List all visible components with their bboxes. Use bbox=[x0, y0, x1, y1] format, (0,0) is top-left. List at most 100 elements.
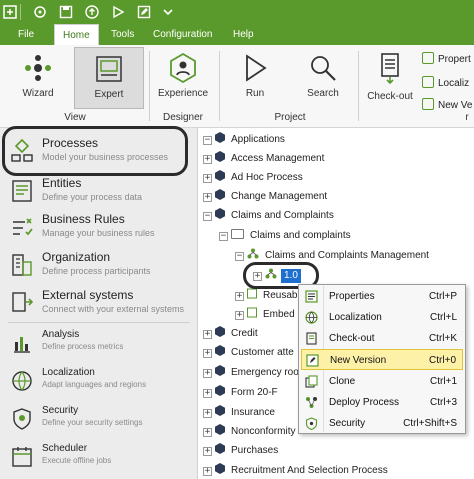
tree-node[interactable]: − Claims and complaints bbox=[219, 226, 351, 245]
ribbon-separator bbox=[219, 51, 220, 121]
expand-toggle[interactable]: + bbox=[203, 467, 212, 476]
run-button[interactable]: Run bbox=[226, 47, 284, 109]
run-icon[interactable] bbox=[110, 4, 126, 20]
nav-item-organization[interactable]: Organization Define process participants bbox=[0, 248, 197, 288]
context-menu-localization[interactable]: Localization Ctrl+L bbox=[301, 307, 463, 328]
experience-icon bbox=[170, 52, 196, 84]
expand-toggle[interactable]: + bbox=[203, 389, 212, 398]
localization-icon bbox=[305, 311, 318, 324]
collapse-toggle[interactable]: − bbox=[219, 232, 228, 241]
context-menu-security[interactable]: Security Ctrl+Shift+S bbox=[301, 413, 463, 434]
menu-bar: File Home Tools Configuration Help bbox=[0, 24, 474, 45]
nav-item-external-systems[interactable]: External systems Connect with your exter… bbox=[0, 286, 197, 326]
tree-node[interactable]: + Form 20-F bbox=[203, 383, 278, 402]
experience-button[interactable]: Experience bbox=[152, 47, 214, 109]
context-menu-clone[interactable]: Clone Ctrl+1 bbox=[301, 371, 463, 392]
nav-item-security[interactable]: Security Define your security settings bbox=[0, 402, 197, 442]
app-icon[interactable] bbox=[2, 4, 18, 20]
processes-highlight-annotation bbox=[2, 126, 188, 176]
nav-subtitle: Define process metrics bbox=[42, 342, 124, 351]
dropdown-icon[interactable] bbox=[160, 4, 176, 20]
wizard-label: Wizard bbox=[22, 88, 54, 99]
menu-help[interactable]: Help bbox=[225, 24, 262, 45]
expand-toggle[interactable]: + bbox=[203, 155, 212, 164]
ribbon-separator bbox=[149, 51, 150, 121]
nav-subtitle: Adapt languages and regions bbox=[42, 380, 147, 389]
folder-icon bbox=[231, 229, 244, 239]
nav-item-entities[interactable]: Entities Define your process data bbox=[0, 174, 197, 214]
expand-toggle[interactable]: + bbox=[203, 349, 212, 358]
context-menu-checkout[interactable]: Check-out Ctrl+K bbox=[301, 328, 463, 349]
organization-icon bbox=[12, 254, 32, 276]
nav-subtitle: Manage your business rules bbox=[42, 228, 155, 238]
menu-home[interactable]: Home bbox=[54, 24, 99, 45]
run-icon bbox=[246, 54, 267, 82]
tree-node[interactable]: + Nonconformity bbox=[203, 422, 295, 441]
expert-label: Expert bbox=[94, 89, 124, 100]
context-menu-deploy-process[interactable]: Deploy Process Ctrl+3 bbox=[301, 392, 463, 413]
expand-toggle[interactable]: + bbox=[203, 193, 212, 202]
nav-item-localization[interactable]: Localization Adapt languages and regions bbox=[0, 364, 197, 404]
nav-divider bbox=[8, 322, 190, 323]
save-icon[interactable] bbox=[58, 4, 74, 20]
nav-item-business-rules[interactable]: Business Rules Manage your business rule… bbox=[0, 210, 197, 250]
tree-node[interactable]: + Recruitment And Selection Process bbox=[203, 461, 388, 479]
context-menu-properties[interactable]: Properties Ctrl+P bbox=[301, 286, 463, 307]
new-version-icon bbox=[306, 354, 319, 367]
tree-node[interactable]: + Emergency roo bbox=[203, 363, 299, 382]
localization-icon bbox=[12, 371, 32, 391]
wizard-icon bbox=[25, 55, 51, 81]
nav-subtitle: Define process participants bbox=[42, 266, 151, 276]
tree-node[interactable]: − Claims and Complaints bbox=[203, 206, 334, 225]
expand-toggle[interactable]: + bbox=[203, 409, 212, 418]
search-button[interactable]: Search bbox=[292, 47, 354, 109]
collapse-toggle[interactable]: − bbox=[203, 212, 212, 221]
expand-toggle[interactable]: + bbox=[203, 447, 212, 456]
localization-small-button[interactable]: Localiz bbox=[422, 75, 469, 93]
properties-small-button[interactable]: Propert bbox=[422, 51, 471, 69]
application-icon bbox=[215, 365, 225, 376]
tree-node[interactable]: + Insurance bbox=[203, 403, 275, 422]
external-systems-icon bbox=[12, 292, 34, 312]
wizard-button[interactable]: Wizard bbox=[6, 47, 70, 109]
expand-toggle[interactable]: + bbox=[203, 174, 212, 183]
tree-node[interactable]: + Embed bbox=[235, 305, 295, 324]
application-icon bbox=[215, 345, 225, 356]
menu-file[interactable]: File bbox=[10, 24, 42, 45]
tree-node[interactable]: + Access Management bbox=[203, 149, 324, 168]
edit-icon[interactable] bbox=[136, 4, 152, 20]
ribbon-group-label-clipped: r bbox=[465, 112, 469, 123]
application-icon bbox=[215, 151, 225, 162]
nav-item-analysis[interactable]: Analysis Define process metrics bbox=[0, 326, 197, 366]
tree-node[interactable]: + Ad Hoc Process bbox=[203, 168, 303, 187]
expand-toggle[interactable]: + bbox=[203, 428, 212, 437]
application-icon bbox=[215, 132, 225, 143]
application-icon bbox=[215, 443, 225, 454]
menu-tools[interactable]: Tools bbox=[103, 24, 142, 45]
nav-item-scheduler[interactable]: Scheduler Execute offline jobs bbox=[0, 440, 197, 479]
clone-icon bbox=[305, 375, 318, 388]
collapse-toggle[interactable]: − bbox=[235, 252, 244, 261]
expand-toggle[interactable]: + bbox=[203, 369, 212, 378]
refresh-icon[interactable] bbox=[32, 4, 48, 20]
tree-node[interactable]: + Customer atte bbox=[203, 343, 294, 362]
tree-node[interactable]: + Purchases bbox=[203, 441, 278, 460]
expand-toggle[interactable]: + bbox=[235, 292, 244, 301]
tree-node[interactable]: + Change Management bbox=[203, 187, 327, 206]
collapse-toggle[interactable]: − bbox=[203, 136, 212, 145]
nav-subtitle: Define your security settings bbox=[42, 418, 143, 427]
expand-toggle[interactable]: + bbox=[203, 330, 212, 339]
expert-button[interactable]: Expert bbox=[74, 47, 144, 109]
checkout-button[interactable]: Check-out bbox=[362, 47, 418, 109]
application-icon bbox=[215, 424, 225, 435]
security-icon bbox=[305, 417, 318, 430]
expand-toggle[interactable]: + bbox=[235, 311, 244, 320]
tree-node-applications[interactable]: − Applications bbox=[203, 130, 285, 149]
tree-node[interactable]: + Credit bbox=[203, 324, 258, 343]
nav-title: Entities bbox=[42, 176, 82, 190]
checkout-icon bbox=[381, 53, 399, 85]
application-icon bbox=[215, 326, 225, 337]
menu-configuration[interactable]: Configuration bbox=[145, 24, 220, 45]
context-menu-new-version[interactable]: New Version Ctrl+0 bbox=[301, 349, 463, 370]
upload-icon[interactable] bbox=[84, 4, 100, 20]
